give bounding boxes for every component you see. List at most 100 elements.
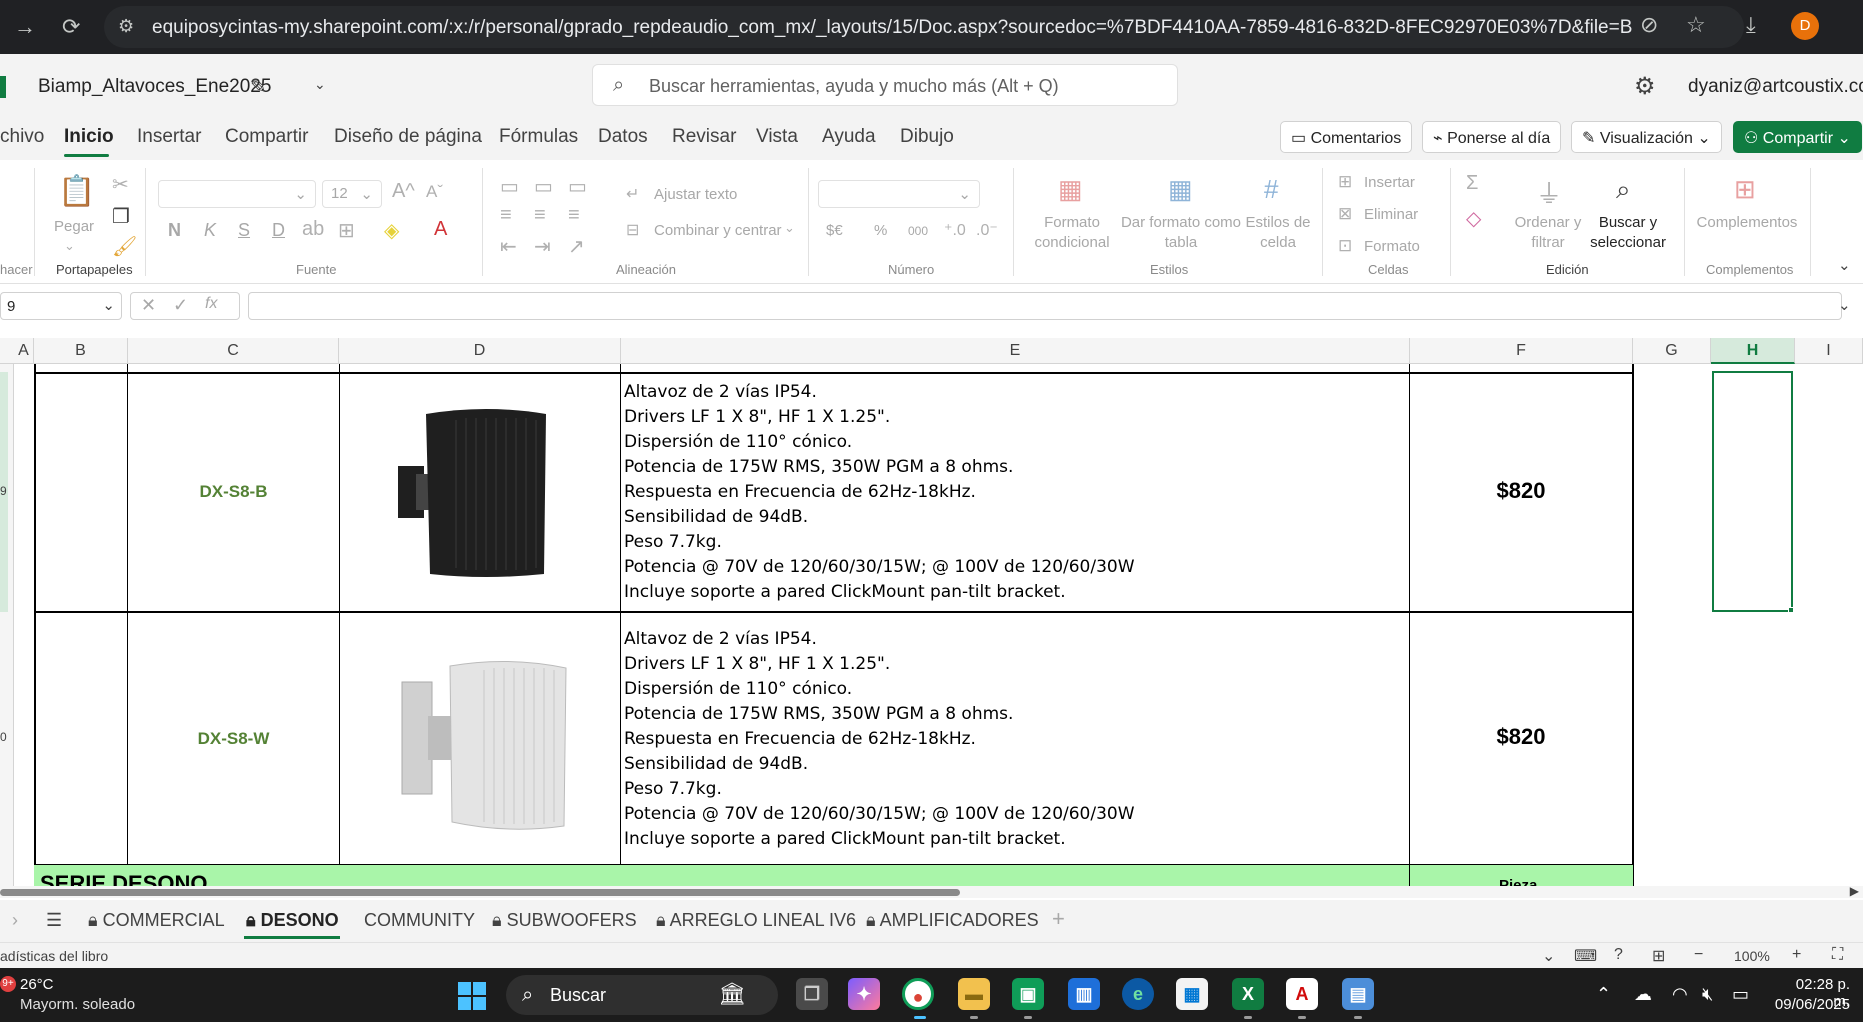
orientation-icon[interactable]: ↗ <box>568 234 585 259</box>
conditional-format-label-1[interactable]: Formato <box>1022 214 1122 231</box>
battery-icon[interactable]: ▭ <box>1732 984 1749 1005</box>
profile-avatar[interactable]: D <box>1791 12 1819 40</box>
series-header-row[interactable]: SERIE DESONO Pieza <box>34 865 1633 887</box>
zoom-level[interactable]: 100% <box>1734 948 1770 964</box>
cell-styles-icon[interactable]: # <box>1264 174 1278 205</box>
align-top-icon[interactable]: ▭ <box>500 174 519 199</box>
tab-vista[interactable]: Vista <box>756 126 798 148</box>
italic-button[interactable]: K <box>204 220 216 241</box>
address-bar[interactable]: ⚙ equiposycintas-my.sharepoint.com/:x:/r… <box>104 6 1744 48</box>
gear-icon[interactable]: ⚙ <box>1634 72 1656 101</box>
tab-dibujo[interactable]: Dibujo <box>900 126 954 148</box>
share-button[interactable]: ⚇ Compartir ⌄ <box>1733 121 1862 153</box>
user-email[interactable]: dyaniz@artcoustix.com <box>1688 76 1863 98</box>
zoom-in-icon[interactable]: + <box>1792 946 1801 964</box>
planner-icon[interactable]: ▥ <box>1068 978 1100 1010</box>
conditional-format-icon[interactable]: ▦ <box>1058 174 1083 205</box>
merge-icon[interactable]: ⊟ <box>626 220 639 240</box>
tab-compartir[interactable]: Compartir <box>225 126 308 148</box>
cell-styles-label-1[interactable]: Estilos de <box>1240 214 1316 231</box>
borders-icon[interactable]: ⊞ <box>338 218 355 243</box>
price-cell[interactable]: $820 <box>1410 724 1632 750</box>
find-select-label-1[interactable]: Buscar y <box>1578 214 1678 231</box>
confirm-icon[interactable]: ✓ <box>173 295 188 316</box>
model-cell[interactable]: DX-S8-W <box>128 729 339 749</box>
row-header-10[interactable]: 0 <box>0 730 14 744</box>
catchup-button[interactable]: ⌁ Ponerse al día <box>1422 121 1562 153</box>
column-header-c[interactable]: C <box>128 338 339 364</box>
delete-cells-icon[interactable]: ⊠ <box>1338 204 1352 224</box>
cell-styles-label-2[interactable]: celda <box>1240 234 1316 251</box>
fill-handle[interactable] <box>1788 607 1794 613</box>
tab-revisar[interactable]: Revisar <box>672 126 736 148</box>
chrome-icon[interactable]: ● <box>902 978 934 1010</box>
specs-cell[interactable]: Altavoz de 2 vías IP54. Drivers LF 1 X 8… <box>624 380 1135 605</box>
sheet-tab-desono[interactable]: 🔒︎ DESONO <box>246 910 339 931</box>
volume-muted-icon[interactable]: 🔇︎ <box>1702 984 1713 1005</box>
scrollbar-thumb[interactable] <box>0 889 960 896</box>
help-icon[interactable]: ? <box>1614 946 1623 964</box>
decrease-indent-icon[interactable]: ⇤ <box>500 234 517 259</box>
store-icon[interactable]: ▦ <box>1176 978 1208 1010</box>
scroll-right-icon[interactable]: ▶ <box>1850 884 1859 898</box>
task-view-icon[interactable]: ❐ <box>796 978 828 1010</box>
addins-button[interactable]: Complementos <box>1694 214 1800 231</box>
formula-input[interactable] <box>248 292 1842 320</box>
format-table-icon[interactable]: ▦ <box>1168 174 1193 205</box>
format-table-label-2[interactable]: tabla <box>1118 234 1244 251</box>
increase-decimal-icon[interactable]: ⁺.0 <box>944 220 966 240</box>
paste-icon[interactable]: 📋 <box>58 174 95 209</box>
strike-button[interactable]: S <box>238 220 250 241</box>
align-bottom-icon[interactable]: ▭ <box>568 174 587 199</box>
tab-ayuda[interactable]: Ayuda <box>822 126 876 148</box>
edit-pen-icon[interactable]: ✎ <box>250 74 267 99</box>
chevron-down-icon[interactable]: ⌄ <box>64 238 75 254</box>
tab-archivo[interactable]: chivo <box>0 126 44 148</box>
chevron-down-icon[interactable]: ⌄ <box>314 76 326 93</box>
sort-filter-icon[interactable]: ⏚ <box>1536 174 1562 211</box>
download-icon[interactable]: ⤓ <box>1746 12 1756 38</box>
reload-icon[interactable]: ⟳ <box>62 14 80 40</box>
cut-icon[interactable]: ✂ <box>112 172 129 197</box>
zoom-out-icon[interactable]: − <box>1694 946 1703 964</box>
column-header-a[interactable]: A <box>14 338 34 364</box>
column-header-i[interactable]: I <box>1795 338 1863 364</box>
align-right-icon[interactable]: ≡ <box>568 204 580 227</box>
column-header-e[interactable]: E <box>621 338 1410 364</box>
number-format-select[interactable]: ⌄ <box>818 180 980 208</box>
chevron-up-icon[interactable]: ⌃ <box>1596 984 1611 1005</box>
ribbon-collapse-icon[interactable]: ⌄ <box>1838 256 1851 274</box>
file-explorer-icon[interactable]: ▬ <box>958 978 990 1010</box>
strikethrough-icon[interactable]: ab <box>302 218 324 241</box>
cancel-icon[interactable]: ✕ <box>141 295 156 316</box>
fullscreen-icon[interactable]: ⛶ <box>1832 946 1843 964</box>
sheet-tab-community[interactable]: COMMUNITY <box>364 910 475 931</box>
column-header-f[interactable]: F <box>1410 338 1633 364</box>
search-input[interactable]: ⌕ Buscar herramientas, ayuda y mucho más… <box>592 64 1178 106</box>
percent-button[interactable]: % <box>874 222 887 239</box>
acrobat-icon[interactable]: A <box>1286 978 1318 1010</box>
find-select-icon[interactable]: ⌕ <box>1616 174 1631 206</box>
addins-icon[interactable]: ⊞ <box>1734 174 1756 205</box>
sheet-tab-arreglo-lineal[interactable]: 🔒︎ ARREGLO LINEAL IV6 <box>656 910 856 931</box>
align-left-icon[interactable]: ≡ <box>500 204 512 227</box>
column-header-b[interactable]: B <box>34 338 128 364</box>
chevron-down-icon[interactable]: ⌄ <box>1542 946 1555 966</box>
conditional-format-label-2[interactable]: condicional <box>1022 234 1122 251</box>
copilot-icon[interactable]: ✦ <box>848 978 880 1010</box>
forward-icon[interactable]: → <box>14 14 36 40</box>
decrease-font-icon[interactable]: Aˇ <box>426 182 443 202</box>
align-center-icon[interactable]: ≡ <box>534 204 546 227</box>
site-info-icon[interactable]: ⚙ <box>118 16 134 37</box>
sheet-tab-subwoofers[interactable]: 🔒︎ SUBWOOFERS <box>492 910 637 931</box>
fill-color-icon[interactable]: ◈ <box>384 218 399 243</box>
format-table-label-1[interactable]: Dar formato como <box>1118 214 1244 231</box>
weather-temperature[interactable]: 26°C <box>20 976 54 993</box>
comments-button[interactable]: ▭ Comentarios <box>1280 121 1413 153</box>
chevron-down-icon[interactable]: ⌄ <box>1838 296 1851 314</box>
wrap-text-button[interactable]: Ajustar texto <box>654 186 737 203</box>
workbook-statistics[interactable]: adísticas del libro <box>0 948 108 964</box>
tab-diseno[interactable]: Diseño de página <box>334 126 482 148</box>
tab-datos[interactable]: Datos <box>598 126 648 148</box>
next-sheet-icon[interactable]: › <box>12 910 18 931</box>
